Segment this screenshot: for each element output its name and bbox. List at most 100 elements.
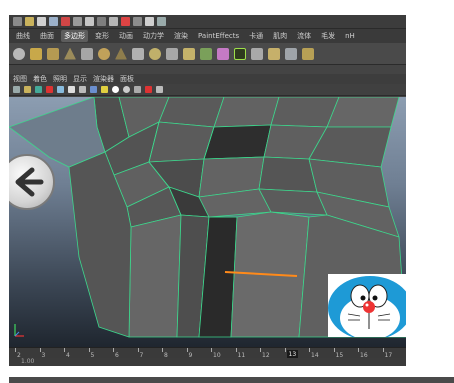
timeline-tick [309,348,310,352]
mesh-face[interactable] [213,97,280,128]
snap-grid-icon[interactable] [97,17,106,26]
timeline-tick [382,348,384,352]
grid-icon[interactable] [46,86,53,93]
bookmark-icon[interactable] [35,86,42,93]
timeline-tick [137,348,139,352]
shelf-tab-polygons[interactable]: 多边形 [61,30,88,42]
combine-icon[interactable] [149,47,161,60]
timeline-tick [64,348,65,352]
poly-torus-icon[interactable] [98,47,110,60]
smooth-icon[interactable] [200,47,212,60]
select-by-hierarchy-icon[interactable] [61,17,70,26]
boolean-icon[interactable] [217,47,229,60]
split-polygon-icon[interactable] [285,47,297,60]
shelf-icon-row [9,43,406,65]
viewport-3d[interactable] [9,97,406,347]
timeline-tick [284,348,286,352]
doraemon-image [328,274,406,337]
timeline-tick [211,348,212,352]
timeline-tick [186,348,188,352]
timeline-tick [260,348,261,352]
select-by-component-icon[interactable] [85,17,94,26]
extrude-icon[interactable] [234,47,246,60]
poly-cone-icon[interactable] [64,47,76,60]
shadows-icon[interactable] [112,86,119,93]
timeline-tick [39,348,41,352]
shelf-tab-curves[interactable]: 曲线 [13,30,33,42]
mesh-face[interactable] [148,121,215,163]
new-scene-icon[interactable] [25,17,34,26]
snap-point-icon[interactable] [121,17,130,26]
back-button[interactable] [9,154,55,210]
isolate-select-icon[interactable] [134,86,141,93]
shelf-tab-toon[interactable]: 卡通 [246,30,266,42]
status-line [9,15,406,29]
timeline-tick [358,348,359,352]
poly-cube-icon[interactable] [30,47,42,60]
poly-pyramid-icon[interactable] [115,47,127,60]
menu-shading[interactable]: 着色 [33,74,47,84]
shelf-tab-animation[interactable]: 动画 [116,30,136,42]
shelf-tab-fluids[interactable]: 流体 [294,30,314,42]
shelf-tab-muscle[interactable]: 肌肉 [270,30,290,42]
poly-pipe-icon[interactable] [132,47,144,60]
shelf-tabs: 曲线 曲面 多边形 变形 动画 动力学 渲染 PaintEffects 卡通 肌… [9,29,406,43]
range-slider[interactable]: 1.00 [9,358,406,366]
menu-set-icon[interactable] [13,17,22,26]
menu-show[interactable]: 显示 [73,74,87,84]
history-icon[interactable] [133,17,142,26]
xray-icon[interactable] [123,86,130,93]
append-polygon-icon[interactable] [268,47,280,60]
lights-icon[interactable] [101,86,108,93]
mesh-face[interactable] [203,124,272,160]
save-scene-icon[interactable] [49,17,58,26]
menu-view[interactable]: 视图 [13,74,27,84]
mesh-face[interactable] [128,214,182,338]
menu-renderer[interactable]: 渲染器 [93,74,114,84]
poly-cylinder-icon[interactable] [47,47,59,60]
shelf-tab-fur[interactable]: 毛发 [318,30,338,42]
mesh-face[interactable] [326,97,400,128]
timeline-tick [15,348,16,352]
wireframe-icon[interactable] [68,86,75,93]
ipr-icon[interactable] [157,17,166,26]
panel-layout-icon[interactable] [156,86,163,93]
panel-menu-bar: 视图 着色 照明 显示 渲染器 面板 [9,74,406,84]
timeline-tick [88,348,90,352]
shelf-tab-painteffects[interactable]: PaintEffects [195,31,242,41]
render-icon[interactable] [145,17,154,26]
shelf-tab-deformation[interactable]: 变形 [92,30,112,42]
camera-icon[interactable] [13,86,20,93]
separate-icon[interactable] [166,47,178,60]
hud-icon[interactable] [145,86,152,93]
webcam-overlay-doraemon [328,274,406,337]
insert-edge-loop-icon[interactable] [302,47,314,60]
back-arrow-icon [15,167,44,197]
shelf-tab-dynamics[interactable]: 动力学 [140,30,167,42]
shelf-tab-surfaces[interactable]: 曲面 [37,30,57,42]
lower-screen-fragment [9,377,454,383]
timeline-tick [113,348,114,352]
select-by-object-icon[interactable] [73,17,82,26]
textured-icon[interactable] [90,86,97,93]
smooth-shade-icon[interactable] [79,86,86,93]
open-scene-icon[interactable] [37,17,46,26]
timeline-tick [235,348,237,352]
bridge-icon[interactable] [251,47,263,60]
axis-indicator-icon [14,324,24,337]
shelf-tab-nhair[interactable]: nH [342,31,358,41]
poly-plane-icon[interactable] [81,47,93,60]
film-gate-icon[interactable] [57,86,64,93]
maya-window: 曲线 曲面 多边形 变形 动画 动力学 渲染 PaintEffects 卡通 肌… [9,15,406,360]
menu-panels[interactable]: 面板 [120,74,134,84]
timeline-tick [162,348,163,352]
start-time-field[interactable]: 1.00 [21,358,34,365]
shelf-tab-rendering[interactable]: 渲染 [171,30,191,42]
mesh-face[interactable] [258,156,318,193]
panel-toolbar [9,84,406,96]
snap-curve-icon[interactable] [109,17,118,26]
extract-icon[interactable] [183,47,195,60]
poly-sphere-icon[interactable] [13,47,25,60]
camera-attributes-icon[interactable] [24,86,31,93]
menu-lighting[interactable]: 照明 [53,74,67,84]
